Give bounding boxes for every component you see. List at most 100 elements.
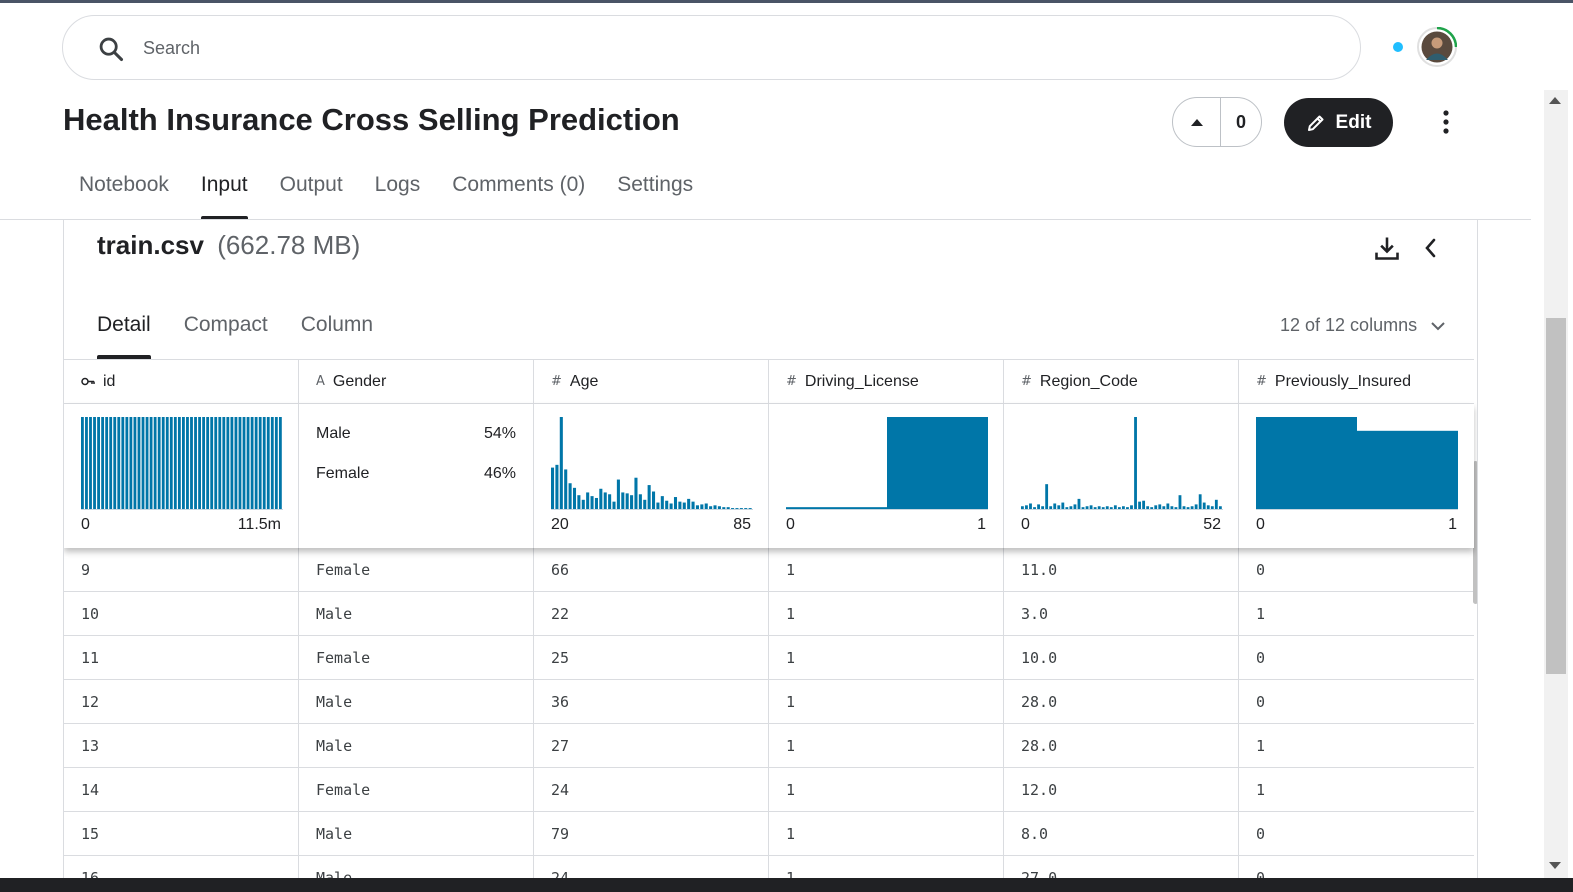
upvote-button[interactable] <box>1173 98 1221 146</box>
table-cell[interactable]: 1 <box>1239 768 1474 811</box>
table-cell[interactable]: 3.0 <box>1004 592 1239 635</box>
histogram-bar[interactable] <box>274 417 278 509</box>
histogram-bar[interactable] <box>1130 505 1133 509</box>
subtab-compact[interactable]: Compact <box>184 313 268 359</box>
histogram-bar[interactable] <box>161 417 165 509</box>
histogram-bar[interactable] <box>678 501 682 509</box>
histogram-bar[interactable] <box>634 477 638 509</box>
chevron-left-icon[interactable] <box>1419 234 1443 262</box>
table-cell[interactable]: 79 <box>534 812 769 855</box>
histogram-bar[interactable] <box>1122 506 1125 509</box>
histogram-bar[interactable] <box>1073 504 1077 509</box>
table-cell[interactable]: 15 <box>64 812 299 855</box>
histogram-bar[interactable] <box>1357 430 1458 509</box>
histogram-bar[interactable] <box>222 417 226 509</box>
table-cell[interactable]: 12 <box>64 680 299 723</box>
histogram-bar[interactable] <box>1097 506 1101 509</box>
download-icon[interactable] <box>1373 234 1401 262</box>
histogram-bar[interactable] <box>1166 503 1170 509</box>
histogram-bar[interactable] <box>1126 507 1129 509</box>
histogram-bar[interactable] <box>186 417 189 509</box>
search-input[interactable] <box>143 33 1293 63</box>
histogram-bar[interactable] <box>643 499 647 509</box>
histogram-bar[interactable] <box>555 464 559 509</box>
histogram-previously-insured[interactable] <box>1256 416 1458 510</box>
table-cell[interactable]: 1 <box>769 548 1004 591</box>
histogram-bar[interactable] <box>652 491 656 509</box>
histogram-bar[interactable] <box>1025 505 1028 509</box>
histogram-bar[interactable] <box>722 507 726 509</box>
histogram-bar[interactable] <box>1109 507 1113 509</box>
histogram-bar[interactable] <box>1150 507 1154 509</box>
more-options-button[interactable] <box>1432 106 1460 138</box>
table-cell[interactable]: 28.0 <box>1004 724 1239 767</box>
histogram-id[interactable] <box>81 416 283 510</box>
histogram-bar[interactable] <box>198 417 201 509</box>
histogram-bar[interactable] <box>1134 417 1137 509</box>
histogram-bar[interactable] <box>93 417 96 509</box>
table-cell[interactable]: Male <box>299 592 534 635</box>
histogram-bar[interactable] <box>1101 507 1105 509</box>
histogram-bar[interactable] <box>1077 498 1081 509</box>
histogram-bar[interactable] <box>278 417 282 509</box>
column-header-previously-insured[interactable]: # Previously_Insured <box>1239 360 1474 403</box>
histogram-bar[interactable] <box>1178 495 1182 509</box>
table-cell[interactable]: 10.0 <box>1004 636 1239 679</box>
histogram-bar[interactable] <box>1138 501 1141 509</box>
histogram-bar[interactable] <box>157 417 161 509</box>
histogram-bar[interactable] <box>1065 507 1069 509</box>
histogram-bar[interactable] <box>125 417 129 509</box>
columns-dropdown[interactable]: 12 of 12 columns <box>1280 315 1445 336</box>
table-cell[interactable]: 1 <box>769 768 1004 811</box>
table-cell[interactable]: 11 <box>64 636 299 679</box>
table-cell[interactable]: 1 <box>769 680 1004 723</box>
histogram-bar[interactable] <box>590 496 594 509</box>
histogram-bar[interactable] <box>202 417 206 509</box>
histogram-bar[interactable] <box>726 507 730 509</box>
histogram-bar[interactable] <box>1186 507 1190 509</box>
histogram-bar[interactable] <box>665 500 669 509</box>
histogram-bar[interactable] <box>165 417 169 509</box>
histogram-bar[interactable] <box>1093 507 1097 509</box>
histogram-bar[interactable] <box>748 508 752 509</box>
histogram-bar[interactable] <box>656 502 660 509</box>
histogram-age[interactable] <box>551 416 753 510</box>
table-cell[interactable]: 11.0 <box>1004 548 1239 591</box>
table-cell[interactable]: 1 <box>769 812 1004 855</box>
table-cell[interactable]: Male <box>299 680 534 723</box>
histogram-bar[interactable] <box>1162 506 1166 509</box>
histogram-bar[interactable] <box>250 417 254 509</box>
tab-settings[interactable]: Settings <box>601 170 709 220</box>
histogram-bar[interactable] <box>1069 506 1073 509</box>
tab-output[interactable]: Output <box>264 170 359 220</box>
histogram-bar[interactable] <box>149 417 153 509</box>
table-cell[interactable]: 0 <box>1239 636 1474 679</box>
table-cell[interactable]: 14 <box>64 768 299 811</box>
histogram-bar[interactable] <box>242 417 246 509</box>
histogram-bar[interactable] <box>177 417 181 509</box>
histogram-bar[interactable] <box>1033 507 1036 509</box>
table-cell[interactable]: Female <box>299 768 534 811</box>
histogram-bar[interactable] <box>85 417 88 509</box>
histogram-bar[interactable] <box>673 497 678 509</box>
table-cell[interactable]: 0 <box>1239 680 1474 723</box>
tab-notebook[interactable]: Notebook <box>63 170 185 220</box>
histogram-bar[interactable] <box>121 417 125 509</box>
histogram-bar[interactable] <box>1210 506 1214 509</box>
histogram-bar[interactable] <box>1190 506 1194 509</box>
histogram-bar[interactable] <box>117 417 121 509</box>
histogram-bar[interactable] <box>1105 506 1109 509</box>
subtab-column[interactable]: Column <box>301 313 373 359</box>
histogram-bar[interactable] <box>682 502 686 509</box>
histogram-bar[interactable] <box>599 488 603 509</box>
table-cell[interactable]: 27 <box>534 724 769 767</box>
table-cell[interactable]: 1 <box>769 592 1004 635</box>
histogram-bar[interactable] <box>1182 506 1186 509</box>
histogram-bar[interactable] <box>577 495 581 509</box>
histogram-bar[interactable] <box>214 417 218 509</box>
histogram-bar[interactable] <box>647 485 651 509</box>
histogram-bar[interactable] <box>717 506 721 509</box>
histogram-bar[interactable] <box>564 469 568 509</box>
histogram-bar[interactable] <box>594 497 598 509</box>
histogram-bar[interactable] <box>887 417 988 509</box>
